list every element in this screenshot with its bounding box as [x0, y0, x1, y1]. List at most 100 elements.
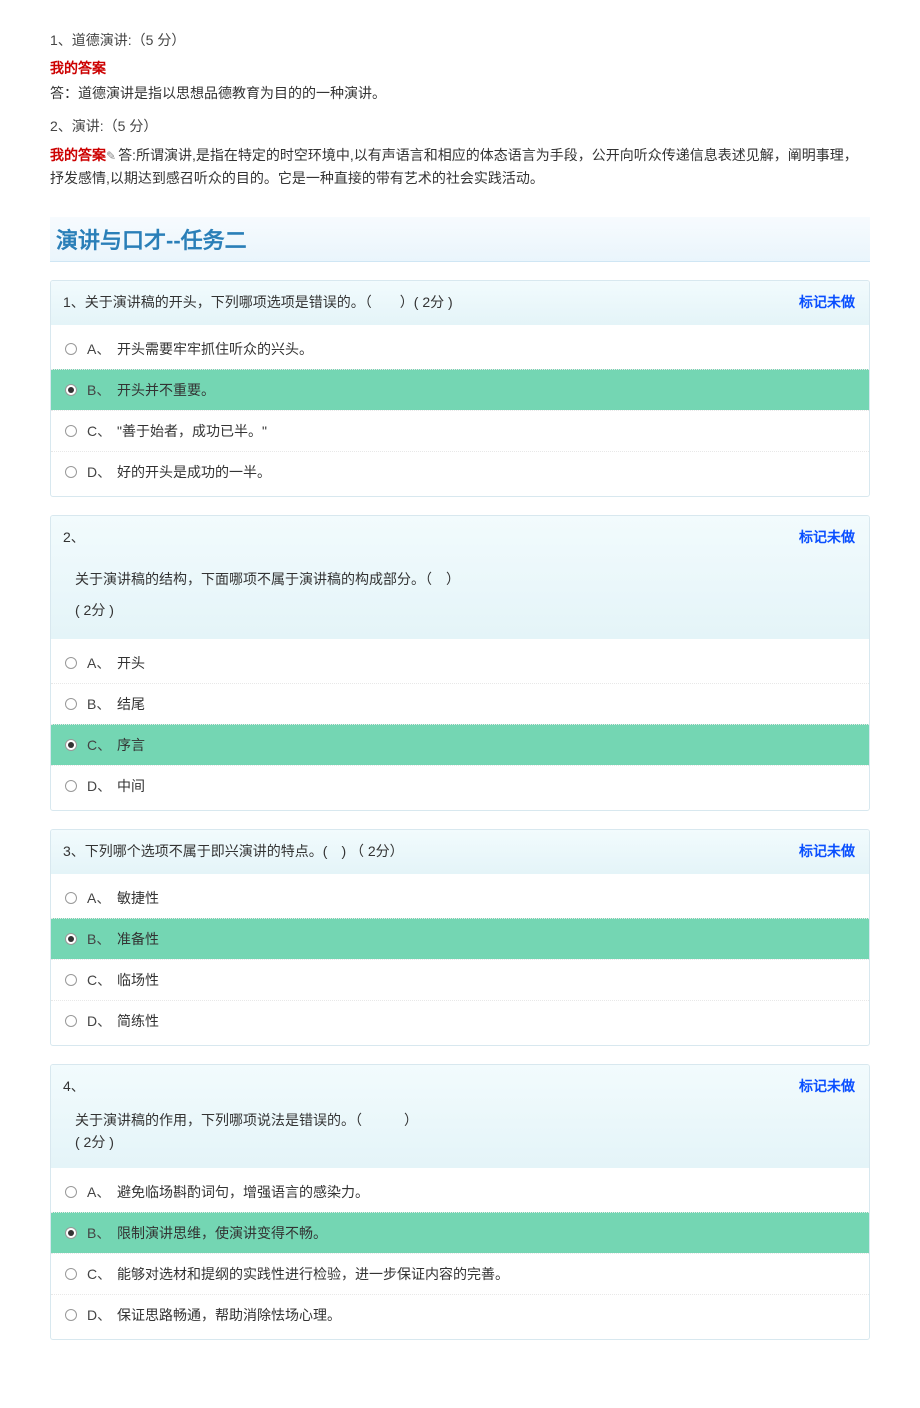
option-c[interactable]: C、 临场性 — [51, 959, 869, 1000]
option-text: 开头并不重要。 — [117, 380, 215, 400]
option-text: 好的开头是成功的一半。 — [117, 462, 271, 482]
radio-icon[interactable] — [65, 892, 77, 904]
option-letter: A、 — [87, 653, 117, 673]
option-d[interactable]: D、 好的开头是成功的一半。 — [51, 451, 869, 492]
essay-q2-title: 2、演讲:（5 分） — [50, 116, 870, 136]
option-d[interactable]: D、 保证思路畅通，帮助消除怯场心理。 — [51, 1294, 869, 1335]
radio-icon[interactable] — [65, 343, 77, 355]
essay-q1-answer: 答：道德演讲是指以思想品德教育为目的的一种演讲。 — [50, 82, 870, 104]
radio-icon[interactable] — [65, 698, 77, 710]
essay-q2-block: 我的答案✎答:所谓演讲,是指在特定的时空环境中,以有声语言和相应的体态语言为手段… — [50, 144, 870, 189]
my-answer-label-2: 我的答案 — [50, 147, 106, 163]
question-head: 2、 标记未做 关于演讲稿的结构，下面哪项不属于演讲稿的构成部分。（ ） ( 2… — [51, 516, 869, 639]
radio-icon[interactable] — [65, 1227, 77, 1239]
option-letter: C、 — [87, 421, 117, 441]
option-text: 避免临场斟酌词句，增强语言的感染力。 — [117, 1182, 369, 1202]
option-letter: A、 — [87, 888, 117, 908]
option-text: 保证思路畅通，帮助消除怯场心理。 — [117, 1305, 341, 1325]
stem-line-2: ( 2分 ) — [75, 595, 845, 626]
option-letter: D、 — [87, 1305, 117, 1325]
option-text: 敏捷性 — [117, 888, 159, 908]
essay-q1-title: 1、道德演讲:（5 分） — [50, 30, 870, 50]
option-text: 结尾 — [117, 694, 145, 714]
options-list: A、 开头 B、 结尾 C、 序言 D、 中间 — [51, 639, 869, 810]
option-text: 中间 — [117, 776, 145, 796]
option-c[interactable]: C、 序言 — [51, 724, 869, 765]
question-stem: 关于演讲稿的结构，下面哪项不属于演讲稿的构成部分。（ ） ( 2分 ) — [63, 550, 857, 630]
option-c[interactable]: C、 "善于始者，成功已半。" — [51, 410, 869, 451]
mark-not-done[interactable]: 标记未做 — [799, 291, 855, 315]
question-card-4: 4、 标记未做 关于演讲稿的作用，下列哪项说法是错误的。（ ） ( 2分 ) A… — [50, 1064, 870, 1340]
options-list: A、 敏捷性 B、 准备性 C、 临场性 D、 简练性 — [51, 874, 869, 1045]
radio-icon[interactable] — [65, 425, 77, 437]
radio-icon[interactable] — [65, 384, 77, 396]
option-c[interactable]: C、 能够对选材和提纲的实践性进行检验，进一步保证内容的完善。 — [51, 1253, 869, 1294]
option-letter: C、 — [87, 735, 117, 755]
question-number: 4、 — [63, 1078, 85, 1094]
option-b[interactable]: B、 准备性 — [51, 918, 869, 959]
pencil-icon[interactable]: ✎ — [106, 149, 116, 163]
option-text: 开头 — [117, 653, 145, 673]
radio-icon[interactable] — [65, 1186, 77, 1198]
option-letter: A、 — [87, 1182, 117, 1202]
option-text: 序言 — [117, 735, 145, 755]
option-d[interactable]: D、 简练性 — [51, 1000, 869, 1041]
question-card-1: 1、关于演讲稿的开头，下列哪项选项是错误的。（ ）( 2分 ) 标记未做 A、 … — [50, 280, 870, 497]
option-text: 开头需要牢牢抓住听众的兴头。 — [117, 339, 313, 359]
my-answer-label-1: 我的答案 — [50, 58, 870, 78]
option-b[interactable]: B、 结尾 — [51, 683, 869, 724]
question-head: 4、 标记未做 关于演讲稿的作用，下列哪项说法是错误的。（ ） ( 2分 ) — [51, 1065, 869, 1168]
option-text: 能够对选材和提纲的实践性进行检验，进一步保证内容的完善。 — [117, 1264, 509, 1284]
stem-line-1: 关于演讲稿的结构，下面哪项不属于演讲稿的构成部分。（ ） — [75, 564, 845, 595]
radio-icon[interactable] — [65, 1268, 77, 1280]
option-text: 准备性 — [117, 929, 159, 949]
radio-icon[interactable] — [65, 657, 77, 669]
option-letter: C、 — [87, 1264, 117, 1284]
option-b[interactable]: B、 开头并不重要。 — [51, 369, 869, 410]
option-text: 简练性 — [117, 1011, 159, 1031]
question-number: 1、 — [63, 294, 85, 310]
option-text: "善于始者，成功已半。" — [117, 421, 267, 441]
essay-q2-answer: 答:所谓演讲,是指在特定的时空环境中,以有声语言和相应的体态语言为手段，公开向听… — [50, 147, 858, 185]
option-text: 限制演讲思维，使演讲变得不畅。 — [117, 1223, 327, 1243]
options-list: A、 开头需要牢牢抓住听众的兴头。 B、 开头并不重要。 C、 "善于始者，成功… — [51, 325, 869, 496]
mark-not-done[interactable]: 标记未做 — [799, 840, 855, 864]
option-letter: B、 — [87, 1223, 117, 1243]
radio-icon[interactable] — [65, 466, 77, 478]
question-head: 1、关于演讲稿的开头，下列哪项选项是错误的。（ ）( 2分 ) 标记未做 — [51, 281, 869, 325]
radio-icon[interactable] — [65, 1015, 77, 1027]
question-card-2: 2、 标记未做 关于演讲稿的结构，下面哪项不属于演讲稿的构成部分。（ ） ( 2… — [50, 515, 870, 811]
question-stem: 下列哪个选项不属于即兴演讲的特点。( ) （ 2分） — [85, 843, 404, 859]
question-stem: 关于演讲稿的开头，下列哪项选项是错误的。（ ）( 2分 ) — [85, 294, 453, 310]
option-a[interactable]: A、 开头 — [51, 643, 869, 683]
option-a[interactable]: A、 避免临场斟酌词句，增强语言的感染力。 — [51, 1172, 869, 1212]
option-b[interactable]: B、 限制演讲思维，使演讲变得不畅。 — [51, 1212, 869, 1253]
option-letter: D、 — [87, 776, 117, 796]
question-card-3: 3、下列哪个选项不属于即兴演讲的特点。( ) （ 2分） 标记未做 A、 敏捷性… — [50, 829, 870, 1046]
option-letter: B、 — [87, 929, 117, 949]
option-letter: B、 — [87, 694, 117, 714]
option-letter: A、 — [87, 339, 117, 359]
option-letter: C、 — [87, 970, 117, 990]
option-a[interactable]: A、 开头需要牢牢抓住听众的兴头。 — [51, 329, 869, 369]
radio-icon[interactable] — [65, 780, 77, 792]
option-d[interactable]: D、 中间 — [51, 765, 869, 806]
radio-icon[interactable] — [65, 1309, 77, 1321]
option-a[interactable]: A、 敏捷性 — [51, 878, 869, 918]
option-letter: D、 — [87, 1011, 117, 1031]
question-stem: 关于演讲稿的作用，下列哪项说法是错误的。（ ） ( 2分 ) — [63, 1099, 857, 1158]
options-list: A、 避免临场斟酌词句，增强语言的感染力。 B、 限制演讲思维，使演讲变得不畅。… — [51, 1168, 869, 1339]
radio-icon[interactable] — [65, 739, 77, 751]
question-number: 2、 — [63, 529, 85, 545]
radio-icon[interactable] — [65, 933, 77, 945]
question-number: 3、 — [63, 843, 85, 859]
radio-icon[interactable] — [65, 974, 77, 986]
question-head: 3、下列哪个选项不属于即兴演讲的特点。( ) （ 2分） 标记未做 — [51, 830, 869, 874]
mark-not-done[interactable]: 标记未做 — [799, 1075, 855, 1099]
stem-line-2: ( 2分 ) — [75, 1131, 845, 1153]
mark-not-done[interactable]: 标记未做 — [799, 526, 855, 550]
option-text: 临场性 — [117, 970, 159, 990]
stem-line-1: 关于演讲稿的作用，下列哪项说法是错误的。（ ） — [75, 1109, 845, 1131]
option-letter: D、 — [87, 462, 117, 482]
option-letter: B、 — [87, 380, 117, 400]
